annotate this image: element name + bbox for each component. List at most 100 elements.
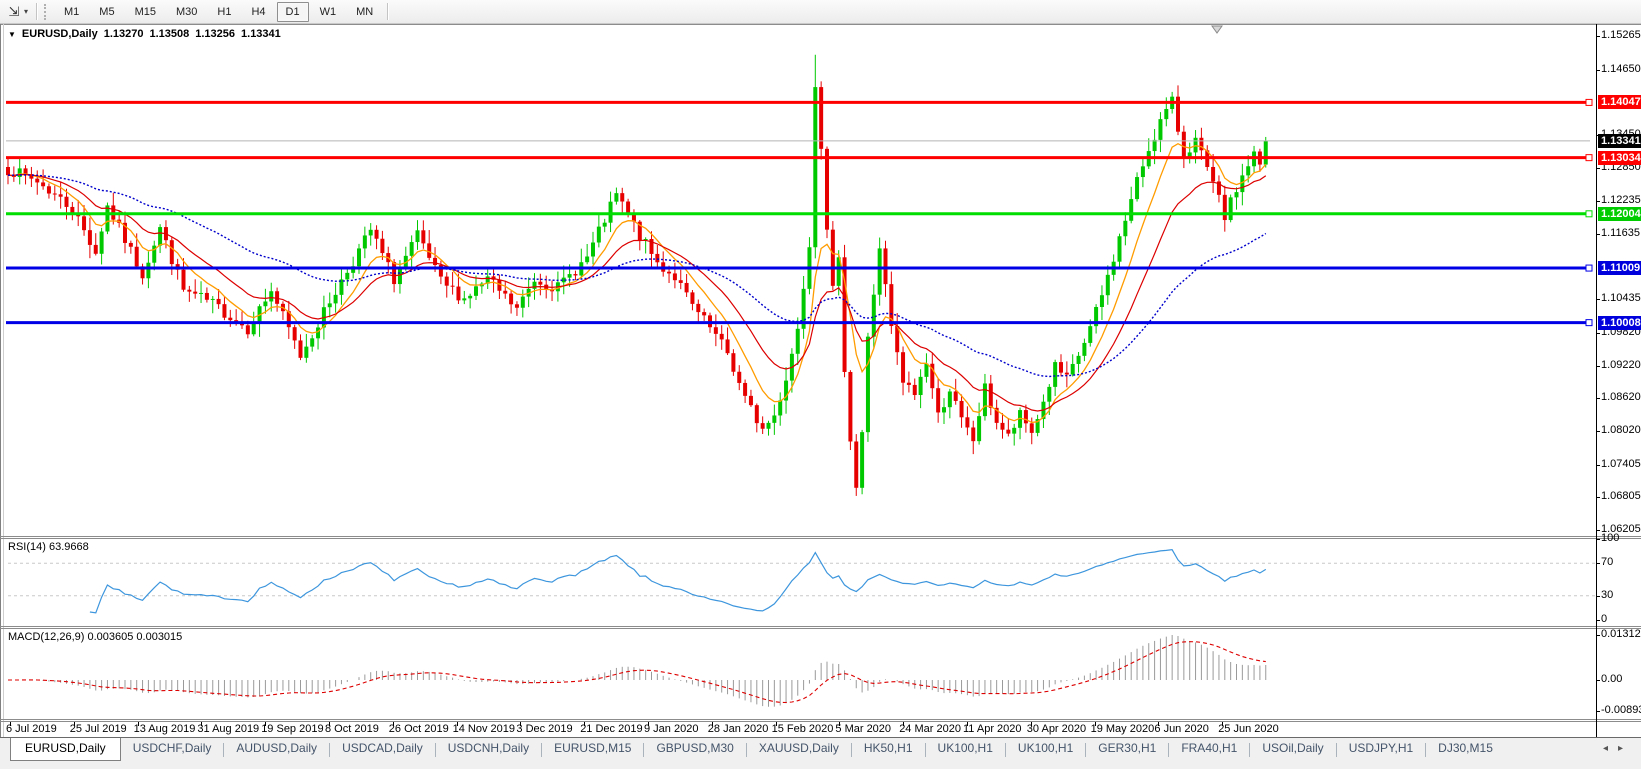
toolbar-drag-handle[interactable] [44, 4, 49, 20]
ohlc-close: 1.13341 [241, 28, 281, 40]
price-tick-mark [1596, 530, 1600, 531]
price-tick-mark [1596, 168, 1600, 169]
chart-tab-usdjpy-h1[interactable]: USDJPY,H1 [1337, 738, 1425, 760]
tab-scroll-left-icon[interactable]: ◂ [1603, 743, 1618, 754]
cursor-tool-icon[interactable]: ⇲ [4, 3, 24, 21]
ohlc-high: 1.13508 [149, 28, 189, 40]
chart-tab-eurusd-m15[interactable]: EURUSD,M15 [542, 738, 643, 760]
chart-tab-hk50-h1[interactable]: HK50,H1 [852, 738, 925, 760]
chart-title: ▼ EURUSD,Daily 1.13270 1.13508 1.13256 1… [8, 28, 283, 40]
chart-shift-marker[interactable] [1212, 26, 1222, 33]
date-tick-label: 6 Jul 2019 [6, 723, 57, 735]
price-tick-label: 1.11635 [1601, 227, 1640, 239]
hline-price-badge[interactable]: 1.11009 [1598, 261, 1641, 275]
macd-bottom-separator-inner [0, 721, 1641, 722]
hline-price-badge[interactable]: 1.14047 [1598, 95, 1641, 109]
chart-tab-usdcnh-daily[interactable]: USDCNH,Daily [436, 738, 541, 760]
timeframe-button-M1[interactable]: M1 [55, 2, 88, 22]
chart-tab-ger30-h1[interactable]: GER30,H1 [1086, 738, 1168, 760]
hline-price-badge[interactable]: 1.10008 [1598, 316, 1641, 330]
date-tick-label: 30 Apr 2020 [1027, 723, 1086, 735]
price-tick-mark [1596, 431, 1600, 432]
date-tick-label: 24 Mar 2020 [899, 723, 961, 735]
date-tick-label: 19 May 2020 [1091, 723, 1155, 735]
ma-line-50 [8, 175, 1266, 377]
rsi-label: RSI(14) 63.9668 [8, 541, 89, 553]
timeframe-button-W1[interactable]: W1 [311, 2, 346, 22]
date-tick-label: 25 Jul 2019 [70, 723, 127, 735]
timeframe-button-M15[interactable]: M15 [126, 2, 165, 22]
hline-drag-handle [1586, 320, 1592, 326]
rsi-tick-label: 0 [1601, 613, 1607, 625]
timeframe-button-MN[interactable]: MN [347, 2, 382, 22]
chart-collapse-icon[interactable]: ▼ [8, 30, 16, 39]
timeframe-button-H4[interactable]: H4 [242, 2, 274, 22]
price-tick-label: 1.14650 [1601, 63, 1641, 75]
price-tick-mark [1596, 465, 1600, 466]
timeframe-button-M5[interactable]: M5 [90, 2, 123, 22]
chart-tab-gbpusd-m30[interactable]: GBPUSD,M30 [644, 738, 745, 760]
date-tick-label: 6 Jun 2020 [1154, 723, 1208, 735]
chart-tab-uk100-h1[interactable]: UK100,H1 [926, 738, 1005, 760]
rsi-line [90, 550, 1266, 613]
macd-signal-line [8, 642, 1266, 703]
timeframe-button-M30[interactable]: M30 [167, 2, 206, 22]
price-tick-mark [1596, 36, 1600, 37]
date-tick-label: 8 Oct 2019 [325, 723, 379, 735]
hline-price-badge[interactable]: 1.12004 [1598, 207, 1641, 221]
price-tick-label: 1.07405 [1601, 458, 1641, 470]
price-tick-mark [1596, 234, 1600, 235]
chart-tab-usdchf-daily[interactable]: USDCHF,Daily [121, 738, 224, 760]
date-tick-label: 5 Mar 2020 [835, 723, 891, 735]
timeframe-button-D1[interactable]: D1 [277, 2, 309, 22]
rsi-canvas[interactable] [0, 537, 1596, 626]
date-tick-label: 25 Jun 2020 [1218, 723, 1279, 735]
price-tick-mark [1596, 366, 1600, 367]
hline-price-badge[interactable]: 1.13034 [1598, 151, 1641, 165]
tab-scroll-right-icon[interactable]: ▸ [1618, 743, 1633, 754]
chart-tab-dj30-m15[interactable]: DJ30,M15 [1426, 738, 1505, 760]
chart-tab-fra40-h1[interactable]: FRA40,H1 [1169, 738, 1249, 760]
dropdown-caret-icon[interactable]: ▾ [24, 7, 28, 16]
date-tick-label: 11 Apr 2020 [963, 723, 1022, 735]
macd-tick-label: 0.013121 [1601, 628, 1641, 640]
date-tick-label: 31 Aug 2019 [197, 723, 259, 735]
horizontal-lines-layer [6, 99, 1592, 325]
ma-line-8 [8, 144, 1266, 423]
chart-tab-usoil-daily[interactable]: USOil,Daily [1250, 738, 1335, 760]
price-tick-label: 1.15265 [1601, 29, 1641, 41]
rsi-tick-label: 30 [1601, 589, 1613, 601]
price-tick-label: 1.08620 [1601, 391, 1641, 403]
chart-tab-xauusd-daily[interactable]: XAUUSD,Daily [747, 738, 851, 760]
chart-tab-uk100-h1[interactable]: UK100,H1 [1006, 738, 1085, 760]
date-tick-label: 26 Oct 2019 [389, 723, 449, 735]
rsi-tick-mark [1596, 620, 1600, 621]
chart-tab-bar: EURUSD,DailyUSDCHF,DailyAUDUSD,DailyUSDC… [0, 737, 1641, 769]
chart-tab-eurusd-daily[interactable]: EURUSD,Daily [10, 738, 121, 761]
chart-tab-audusd-daily[interactable]: AUDUSD,Daily [224, 738, 329, 760]
moving-averages-layer [8, 144, 1266, 423]
price-tick-mark [1596, 333, 1600, 334]
macd-tick-mark [1596, 711, 1600, 712]
main-chart-canvas[interactable] [0, 24, 1596, 536]
macd-label: MACD(12,26,9) 0.003605 0.003015 [8, 631, 182, 643]
chart-symbol-label: EURUSD,Daily [22, 28, 98, 40]
price-tick-label: 1.06805 [1601, 490, 1641, 502]
date-tick-label: 21 Dec 2019 [580, 723, 642, 735]
macd-tick-label: 0.00 [1601, 673, 1622, 685]
date-tick-label: 14 Nov 2019 [453, 723, 515, 735]
price-tick-mark [1596, 299, 1600, 300]
macd-canvas[interactable] [0, 627, 1596, 719]
date-tick-label: 9 Jan 2020 [644, 723, 698, 735]
price-tick-label: 1.08020 [1601, 424, 1641, 436]
date-tick-label: 15 Feb 2020 [772, 723, 834, 735]
chart-tab-usdcad-daily[interactable]: USDCAD,Daily [330, 738, 435, 760]
ohlc-low: 1.13256 [195, 28, 235, 40]
price-tick-label: 1.09220 [1601, 359, 1641, 371]
timeframe-toolbar: ⇲ ▾ M1M5M15M30H1H4D1W1MN [0, 0, 1641, 24]
timeframe-button-H1[interactable]: H1 [208, 2, 240, 22]
ohlc-open: 1.13270 [104, 28, 144, 40]
hline-drag-handle [1586, 265, 1592, 271]
timeframe-buttons: M1M5M15M30H1H4D1W1MN [54, 2, 383, 22]
rsi-tick-mark [1596, 539, 1600, 540]
